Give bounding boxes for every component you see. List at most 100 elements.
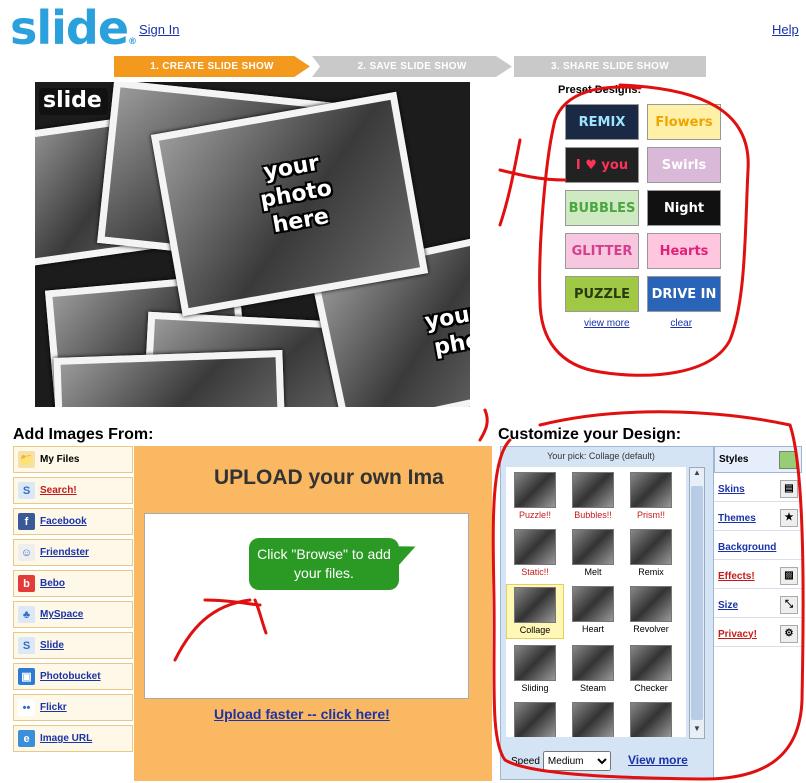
preview-photo [53,350,286,407]
source-label[interactable]: Facebook [40,516,87,527]
style-menu-label[interactable]: Skins [718,484,745,495]
preset-design-tile[interactable]: Hearts [647,233,721,269]
preset-design-tile[interactable]: BUBBLES [565,190,639,226]
help-link[interactable]: Help [772,22,799,37]
design-option[interactable]: Steam [564,643,622,696]
preset-design-tile[interactable]: Night [647,190,721,226]
style-menu-label[interactable]: Background [718,542,776,553]
source-label[interactable]: Friendster [40,547,89,558]
image-source-item[interactable]: S Search! [13,477,133,504]
design-option[interactable]: Remix [622,527,680,580]
design-label: Static!! [521,567,549,577]
design-thumbnail [514,472,556,508]
step-save-slide-show[interactable]: 2. SAVE SLIDE SHOW [312,56,512,77]
design-option[interactable]: Bubbles!! [564,470,622,523]
source-icon: S [18,482,35,499]
style-menu-label[interactable]: Privacy! [718,629,757,640]
image-source-item[interactable]: f Facebook [13,508,133,535]
preset-design-tile[interactable]: DRIVE IN [647,276,721,312]
slideshow-preview: your photo here your pho slide [35,82,470,407]
design-thumbnail [630,472,672,508]
upload-title: UPLOAD your own Ima [214,466,444,489]
source-icon: e [18,730,35,747]
source-label[interactable]: Image URL [40,733,92,744]
preset-design-tile[interactable]: PUZZLE [565,276,639,312]
scroll-down-arrow-icon[interactable]: ▼ [691,724,703,738]
design-option[interactable]: Melt [564,527,622,580]
image-source-item[interactable]: •• Flickr [13,694,133,721]
design-label: Bubbles!! [574,510,612,520]
design-thumbnail [572,586,614,622]
source-label[interactable]: Photobucket [40,671,101,682]
scroll-up-arrow-icon[interactable]: ▲ [691,468,703,482]
image-source-item[interactable]: ▣ Photobucket [13,663,133,690]
design-option[interactable]: Heart [564,584,622,637]
design-label: Checker [634,683,668,693]
design-list-scrollbar[interactable]: ▲ ▼ [689,467,705,739]
design-option[interactable]: Collage [506,584,564,639]
design-option[interactable]: Puzzle!! [506,470,564,523]
design-option[interactable]: Prism!! [622,470,680,523]
image-source-item[interactable]: S Slide [13,632,133,659]
upload-faster-link[interactable]: Upload faster -- click here! [214,706,390,722]
styles-icon [779,450,797,469]
preset-clear-link[interactable]: clear [670,318,692,329]
preset-design-tile[interactable]: Flowers [647,104,721,140]
source-label[interactable]: My Files [40,454,79,465]
source-label[interactable]: Flickr [40,702,67,713]
image-source-item[interactable]: ♣ MySpace [13,601,133,628]
step-create-slide-show[interactable]: 1. CREATE SLIDE SHOW [114,56,310,77]
design-option[interactable]: Static!! [506,527,564,580]
style-menu-icon: ★ [780,509,798,527]
style-menu-label[interactable]: Effects! [718,571,755,582]
design-view-more-link[interactable]: View more [628,753,688,767]
source-icon: 📁 [18,451,35,468]
step-share-slide-show[interactable]: 3. SHARE SLIDE SHOW [514,56,706,77]
style-menu-label[interactable]: Size [718,600,738,611]
design-thumbnail [630,529,672,565]
design-label: Sliding [521,683,549,693]
preset-design-tile[interactable]: REMIX [565,104,639,140]
preset-designs-grid: REMIX Flowers I ♥ you Swirls BUBBLES Night GLI… [565,104,721,312]
style-menu-label[interactable]: Themes [718,513,756,524]
design-option[interactable]: Sliding [506,643,564,696]
speed-select[interactable]: Medium [542,751,611,771]
sign-in-link[interactable]: Sign In [139,22,179,37]
source-label[interactable]: MySpace [40,609,83,620]
style-menu-item[interactable]: Background [714,535,802,560]
style-menu-item[interactable]: Size ⤡ [714,593,802,618]
styles-header[interactable]: Styles [714,446,802,473]
preset-view-more-link[interactable]: view more [584,318,630,329]
source-label[interactable]: Bebo [40,578,65,589]
design-option[interactable]: News [622,700,680,737]
scroll-thumb[interactable] [691,486,703,720]
current-pick-label: Your pick: Collage (default) [547,451,655,461]
design-option[interactable]: Swirl [564,700,622,737]
preset-designs-title: Preset Designs: [558,84,642,96]
image-source-item[interactable]: ☺ Friendster [13,539,133,566]
design-option[interactable]: Revolver [622,584,680,637]
source-icon: f [18,513,35,530]
preset-design-tile[interactable]: I ♥ you [565,147,639,183]
image-source-item[interactable]: b Bebo [13,570,133,597]
style-menu-item[interactable]: Privacy! ⚙ [714,622,802,647]
upload-drop-area[interactable]: Click "Browse" to add your files. [144,513,469,699]
style-menu-item[interactable]: Themes ★ [714,506,802,531]
preset-design-tile[interactable]: GLITTER [565,233,639,269]
slide-logo[interactable]: slide® [10,2,137,54]
preset-designs-panel: Preset Designs: REMIX Flowers I ♥ you Swirl… [540,82,740,342]
image-source-item[interactable]: 📁 My Files [13,446,133,473]
design-thumbnail [572,529,614,565]
style-menu-item[interactable]: Effects! ▨ [714,564,802,589]
design-list[interactable]: Puzzle!! Bubbles!! Prism!! Static!! Melt Remi… [506,467,686,737]
image-source-item[interactable]: e Image URL [13,725,133,752]
source-label[interactable]: Slide [40,640,64,651]
style-menu-item[interactable]: Skins ▤ [714,477,802,502]
design-option[interactable]: Checker [622,643,680,696]
style-menu-icon: ▨ [780,567,798,585]
speed-control: Speed Medium [511,751,611,771]
preset-design-tile[interactable]: Swirls [647,147,721,183]
image-sources-list: 📁 My Files S Search! f Facebook ☺ Friendster b Be… [13,446,133,756]
design-option[interactable]: Blinds [506,700,564,737]
source-label[interactable]: Search! [40,485,77,496]
